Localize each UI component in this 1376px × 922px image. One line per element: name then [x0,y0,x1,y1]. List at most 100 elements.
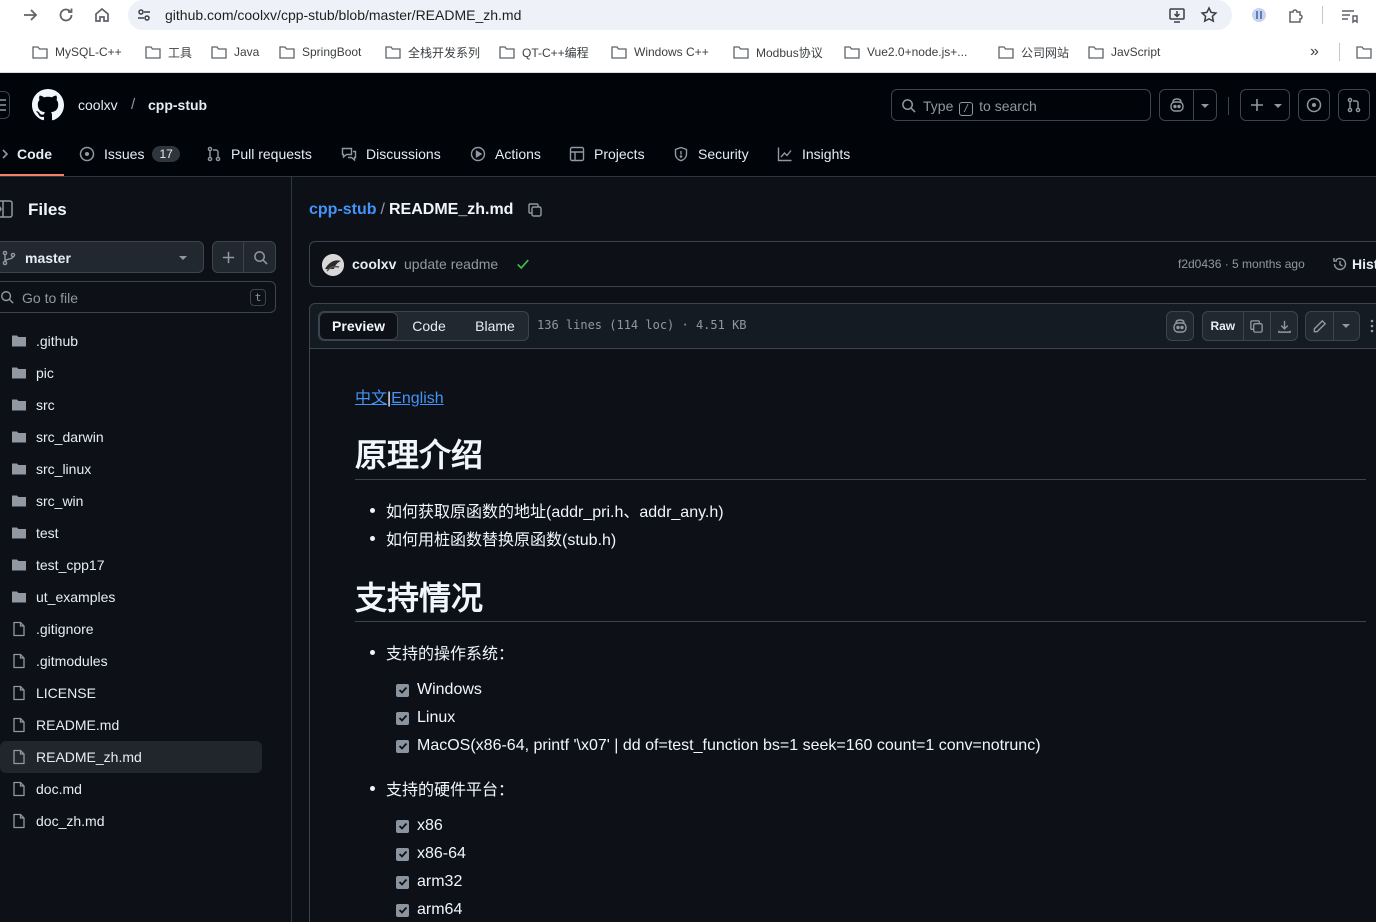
bookmark-folder[interactable]: JavScript [1088,43,1160,61]
checkbox-checked[interactable] [396,711,409,725]
other-bookmarks-folder[interactable] [1356,43,1376,61]
kebab-menu-icon[interactable] [1368,318,1376,334]
tree-item-file[interactable]: README.md [0,709,262,741]
home-icon[interactable] [92,5,112,25]
checkbox-checked[interactable] [396,903,409,917]
pull-requests-shortcut-button[interactable] [1338,89,1370,121]
tab-pull-requests[interactable]: Pull requests [206,144,312,164]
avatar[interactable] [322,254,344,276]
tab-code-view[interactable]: Code [399,312,459,340]
github-logo-icon[interactable] [32,89,64,121]
checkbox-checked[interactable] [396,739,409,753]
go-to-file-input[interactable]: Go to file t [0,281,276,313]
copilot-file-button[interactable] [1166,311,1194,341]
tree-item-folder[interactable]: ut_examples [0,581,262,613]
tab-issues[interactable]: Issues 17 [79,144,180,164]
checkbox-checked[interactable] [396,683,409,697]
issues-shortcut-button[interactable] [1298,89,1330,121]
tree-item-folder[interactable]: pic [0,357,262,389]
bookmark-folder[interactable]: 公司网站 [998,43,1069,61]
tree-item-folder[interactable]: src_linux [0,453,262,485]
chevron-down-icon[interactable] [1333,322,1359,330]
bookmark-folder[interactable]: MySQL-C++ [32,43,122,61]
bullet [370,536,375,542]
search-files-button[interactable] [243,241,276,273]
bookmark-folder[interactable]: Vue2.0+node.js+... [844,43,967,61]
tab-insights[interactable]: Insights [777,144,850,164]
search-input[interactable]: Type / to search [891,89,1151,121]
puzzle-icon[interactable] [1287,6,1305,24]
checkbox-checked[interactable] [396,875,409,889]
tab-discussions[interactable]: Discussions [341,144,441,164]
tree-item-folder[interactable]: src_win [0,485,262,517]
raw-button[interactable]: Raw [1203,319,1243,333]
history-link[interactable]: Hist [1352,256,1376,272]
url-text[interactable]: github.com/coolxv/cpp-stub/blob/master/R… [165,7,521,23]
copilot-button[interactable] [1159,89,1217,121]
tab-preview[interactable]: Preview [319,312,398,340]
tab-security[interactable]: Security [673,144,749,164]
bookmark-star-icon[interactable] [1200,6,1218,24]
tree-item-file[interactable]: LICENSE [0,677,262,709]
bookmark-folder[interactable]: SpringBoot [279,43,361,61]
tree-item-file[interactable]: .gitmodules [0,645,262,677]
extension-icon[interactable] [1250,6,1268,24]
checkbox-checked[interactable] [396,847,409,861]
tree-item-folder[interactable]: test [0,517,262,549]
menu-icon[interactable] [0,91,10,119]
collapse-sidebar-icon[interactable] [0,199,14,219]
folder-icon [12,399,26,411]
bookmark-folder[interactable]: 工具 [145,43,192,61]
bookmark-folder[interactable]: Modbus协议 [733,43,823,61]
forward-icon[interactable] [20,5,40,25]
install-app-icon[interactable] [1168,6,1186,24]
breadcrumb-repo-link[interactable]: cpp-stub [309,201,377,219]
tree-item-folder[interactable]: src_darwin [0,421,262,453]
pencil-icon[interactable] [1306,319,1333,334]
tab-blame[interactable]: Blame [461,312,529,340]
task-item: x86 [396,816,443,836]
bookmark-label: 公司网站 [1021,45,1070,60]
lang-zh-link[interactable]: 中文 [355,390,387,407]
tree-item-file[interactable]: doc.md [0,773,262,805]
copy-raw-icon[interactable] [1244,319,1271,334]
address-bar[interactable]: github.com/coolxv/cpp-stub/blob/master/R… [128,0,1232,30]
tab-projects[interactable]: Projects [569,144,645,164]
bookmark-folder[interactable]: Java [211,43,259,61]
commit-meta[interactable]: f2d0436 · 5 months ago [1178,257,1305,271]
site-settings-icon[interactable] [136,7,152,23]
bullet [370,786,375,792]
checkbox-checked[interactable] [396,819,409,833]
copy-path-icon[interactable] [527,202,543,218]
lang-en-link[interactable]: English [391,390,443,407]
branch-selector[interactable]: master [0,241,204,273]
history-icon[interactable] [1332,256,1348,272]
commit-author[interactable]: coolxv [352,256,396,272]
tree-item-folder[interactable]: .github [0,325,262,357]
bookmark-folder[interactable]: 全栈开发系列 [385,43,480,61]
tree-item-folder[interactable]: src [0,389,262,421]
download-icon[interactable] [1271,319,1297,334]
tree-item-file[interactable]: .gitignore [0,613,262,645]
folder-icon [12,591,26,603]
check-icon[interactable] [516,257,530,271]
repo-name-link[interactable]: cpp-stub [148,97,207,113]
repo-owner-link[interactable]: coolxv [78,97,118,113]
bookmarks-overflow-button[interactable]: » [1310,43,1319,61]
create-new-button[interactable] [1240,89,1290,121]
add-file-button[interactable] [212,241,244,273]
shield-icon [674,146,688,162]
commit-message[interactable]: update readme [404,256,498,272]
view-mode-tabs: Preview Code Blame [318,311,529,341]
bookmark-folder[interactable]: QT-C++编程 [499,43,589,61]
tree-item-file-selected[interactable]: README_zh.md [0,741,262,773]
tree-item-file[interactable]: doc_zh.md [0,805,262,837]
bookmark-folder[interactable]: Windows C++ [611,43,709,61]
tree-item-folder[interactable]: test_cpp17 [0,549,262,581]
reading-list-icon[interactable] [1340,6,1358,24]
reload-icon[interactable] [56,5,76,25]
folder-icon [998,46,1014,59]
tab-actions[interactable]: Actions [470,144,541,164]
tab-code[interactable]: Code [0,144,52,164]
task-item: MacOS(x86-64, printf '\x07' | dd of=test… [396,736,1041,756]
